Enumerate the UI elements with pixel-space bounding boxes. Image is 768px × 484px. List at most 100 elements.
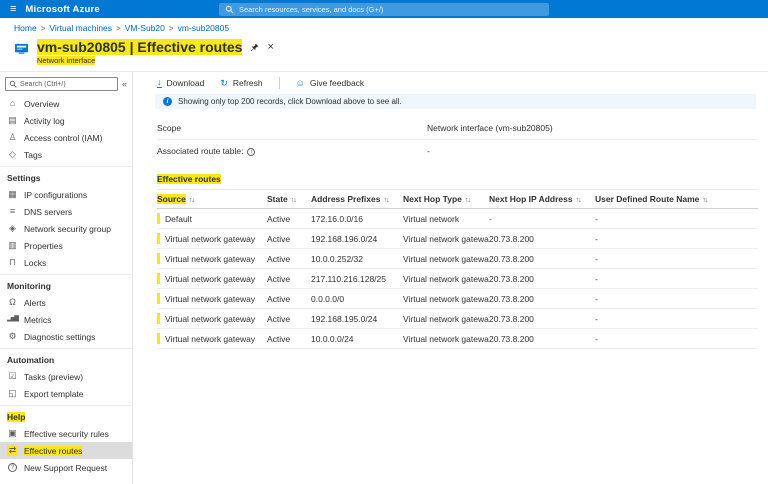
brand-title[interactable]: Microsoft Azure <box>25 4 99 15</box>
breadcrumb-separator: > <box>40 23 46 33</box>
network-interface-icon <box>14 43 29 55</box>
global-search[interactable] <box>219 2 549 16</box>
info-banner-text: Showing only top 200 records, click Down… <box>178 97 402 106</box>
sidebar-item-label: New Support Request <box>24 462 108 473</box>
column-header-udr-name[interactable]: User Defined Route Name ↑↓ <box>595 189 758 209</box>
give-feedback-button[interactable]: ☺ Give feedback <box>296 78 365 88</box>
activity-log-icon: ▤ <box>8 115 17 125</box>
table-row: Default Active 172.16.0.0/16 Virtual net… <box>157 208 758 229</box>
export-template-icon: ◱ <box>8 388 17 398</box>
sidebar-item-access-control[interactable]: ♙ Access control (IAM) <box>0 129 132 146</box>
breadcrumb: Home > Virtual machines > VM-Sub20 > vm-… <box>0 18 768 38</box>
effective-routes-icon: ⇄ <box>7 445 18 456</box>
close-icon[interactable]: × <box>267 42 273 53</box>
column-header-address-prefixes[interactable]: Address Prefixes ↑↓ <box>311 189 403 209</box>
table-row: Virtual network gateway Active 10.0.0.0/… <box>157 328 758 349</box>
breadcrumb-link-home[interactable]: Home <box>14 23 37 33</box>
sidebar-group-automation: Automation ☑ Tasks (preview) ◱ Export te… <box>0 348 132 402</box>
associated-route-table-value: - <box>427 146 430 156</box>
sidebar-item-label: Diagnostic settings <box>24 331 96 342</box>
sidebar-item-label: Export template <box>24 388 84 399</box>
refresh-icon: ↻ <box>220 77 228 88</box>
column-header-next-hop-type[interactable]: Next Hop Type ↑↓ <box>403 189 489 209</box>
info-icon: i <box>163 97 172 106</box>
access-control-icon: ♙ <box>8 132 17 142</box>
associated-route-table-row: Associated route table: i - <box>157 140 756 162</box>
content-area: « ⌂ Overview ▤ Activity log ♙ Access con… <box>0 72 768 484</box>
sidebar-group-general: ⌂ Overview ▤ Activity log ♙ Access contr… <box>0 95 132 163</box>
toolbar-divider <box>278 77 280 89</box>
support-request-icon: ? <box>8 463 17 472</box>
sidebar-item-new-support-request[interactable]: ? New Support Request <box>0 459 132 476</box>
breadcrumb-link-vm-sub20805[interactable]: vm-sub20805 <box>178 23 230 33</box>
sidebar-item-label: Properties <box>24 240 63 251</box>
breadcrumb-separator: > <box>168 23 174 33</box>
sidebar-item-diagnostic-settings[interactable]: ⚙ Diagnostic settings <box>0 328 132 345</box>
dns-servers-icon: ≡ <box>9 206 16 216</box>
sidebar-item-network-security-group[interactable]: ◈ Network security group <box>0 220 132 237</box>
sidebar-item-dns-servers[interactable]: ≡ DNS servers <box>0 203 132 220</box>
column-header-next-hop-ip[interactable]: Next Hop IP Address ↑↓ <box>489 189 595 209</box>
pin-icon[interactable] <box>250 43 259 52</box>
ip-configurations-icon: ▦ <box>8 189 17 199</box>
collapse-sidebar-icon[interactable]: « <box>122 79 127 89</box>
table-row: Virtual network gateway Active 10.0.0.25… <box>157 248 758 269</box>
table-row: Virtual network gateway Active 192.168.1… <box>157 228 758 249</box>
sort-icon: ↑↓ <box>383 197 389 204</box>
sidebar-group-header: Monitoring <box>0 274 132 294</box>
effective-routes-caption: Effective routes <box>157 174 221 184</box>
sidebar-item-locks[interactable]: ⊓ Locks <box>0 254 132 271</box>
scope-label: Scope <box>157 123 182 133</box>
highlight-mark <box>157 313 160 324</box>
column-header-source[interactable]: Source ↑↓ <box>157 189 267 209</box>
search-icon <box>225 5 234 14</box>
sidebar-group-header: Settings <box>0 166 132 186</box>
sidebar-item-overview[interactable]: ⌂ Overview <box>0 95 132 112</box>
sidebar-item-label: IP configurations <box>24 189 88 200</box>
sort-icon: ↑↓ <box>702 197 708 204</box>
sidebar-item-metrics[interactable]: ▂▅▇ Metrics <box>0 311 132 328</box>
sidebar-item-effective-routes[interactable]: ⇄ Effective routes <box>0 442 132 459</box>
table-header-row: Source ↑↓ State ↑↓ Address Prefixes ↑↓ Next… <box>157 189 758 209</box>
sidebar-item-activity-log[interactable]: ▤ Activity log <box>0 112 132 129</box>
sidebar-search[interactable] <box>5 77 118 91</box>
highlight-mark <box>157 333 160 344</box>
sort-icon: ↑↓ <box>575 197 582 204</box>
breadcrumb-link-vm-sub20[interactable]: VM-Sub20 <box>125 23 165 33</box>
scope-row: Scope Network interface (vm-sub20805) <box>157 117 756 140</box>
sidebar-group-header: Help <box>0 405 132 425</box>
sidebar-item-ip-configurations[interactable]: ▦ IP configurations <box>0 186 132 203</box>
download-icon: ↓ <box>157 77 162 88</box>
page-subtitle: Network interface <box>37 56 96 65</box>
metrics-icon: ▂▅▇ <box>7 316 19 322</box>
sidebar-item-properties[interactable]: ▥ Properties <box>0 237 132 254</box>
command-bar: ↓ Download ↻ Refresh ☺ Give feedback <box>133 72 768 94</box>
effective-security-rules-icon: ▣ <box>8 428 17 438</box>
azure-top-bar: ≡ Microsoft Azure <box>0 0 768 18</box>
sidebar-item-label: Metrics <box>24 314 52 325</box>
global-search-input[interactable] <box>239 4 543 14</box>
associated-route-table-label: Associated route table: i <box>157 146 427 156</box>
sidebar-search-input[interactable] <box>20 80 114 88</box>
sidebar-item-label: Effective routes <box>24 445 83 456</box>
sidebar-item-label: Network security group <box>24 223 111 234</box>
sidebar-item-tags[interactable]: ◇ Tags <box>0 146 132 163</box>
refresh-button[interactable]: ↻ Refresh <box>220 78 262 88</box>
highlight-mark <box>157 233 160 244</box>
sidebar-item-effective-security-rules[interactable]: ▣ Effective security rules <box>0 425 132 442</box>
sidebar-item-label: Activity log <box>24 115 65 126</box>
diagnostic-settings-icon: ⚙ <box>8 331 17 341</box>
highlight-mark <box>157 253 160 264</box>
breadcrumb-link-virtual-machines[interactable]: Virtual machines <box>49 23 112 33</box>
sidebar-item-export-template[interactable]: ◱ Export template <box>0 385 132 402</box>
menu-icon[interactable]: ≡ <box>10 3 16 15</box>
sort-icon: ↑↓ <box>188 197 195 204</box>
column-header-state[interactable]: State ↑↓ <box>267 189 311 209</box>
page-title: vm-sub20805 | Effective routes <box>37 39 243 55</box>
sidebar-item-tasks-preview[interactable]: ☑ Tasks (preview) <box>0 368 132 385</box>
download-button[interactable]: ↓ Download <box>157 78 204 88</box>
sidebar-item-label: Effective security rules <box>24 428 109 439</box>
highlight-mark <box>157 213 160 224</box>
sidebar-item-alerts[interactable]: Ω Alerts <box>0 294 132 311</box>
info-icon[interactable]: i <box>247 148 256 156</box>
